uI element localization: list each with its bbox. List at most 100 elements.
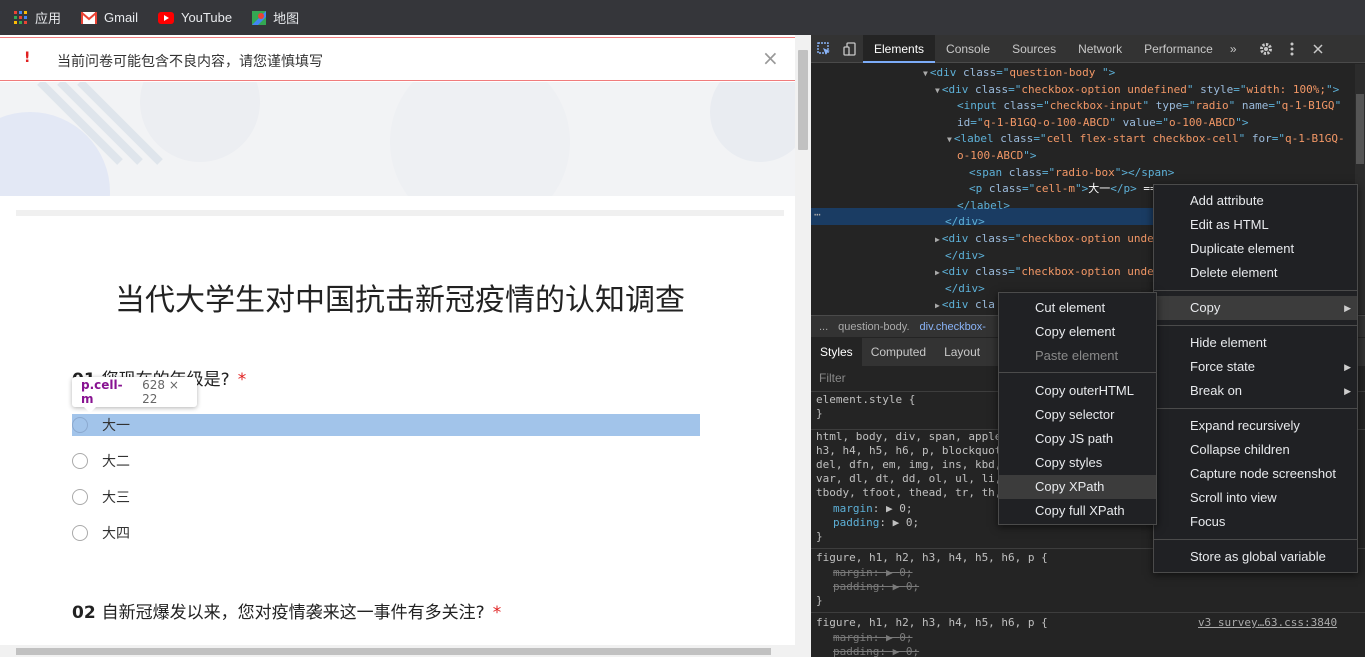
scrollbar-thumb[interactable] [1356,94,1364,164]
option-radio[interactable]: 大一 [72,414,700,436]
bookmark-maps[interactable]: 地图 [252,8,299,27]
tab-layout[interactable]: Layout [935,338,989,366]
youtube-icon [157,11,174,24]
page-horizontal-scrollbar[interactable] [0,645,795,657]
bookmark-label: Gmail [104,10,138,25]
menu-item-delete[interactable]: Delete element [1154,261,1357,285]
dom-line[interactable]: ▼ <div class="question-body "> [923,65,1115,81]
chevron-right-icon: ▶ [1344,303,1351,313]
option-radio[interactable]: 大二 [72,450,130,472]
scrollbar-thumb[interactable] [16,648,771,655]
breadcrumb-item[interactable]: question-body. [838,321,909,333]
dom-line[interactable]: <p class="cell-m">大一</p> == [969,181,1157,197]
tab-performance[interactable]: Performance [1133,35,1224,63]
header-banner [0,82,795,196]
menu-item-cut-element[interactable]: Cut element [999,296,1156,320]
dom-line[interactable]: <input class="checkbox-input" type="radi… [957,98,1341,114]
warning-banner: ! 当前问卷可能包含不良内容，请您谨慎填写 × [0,37,795,81]
page-vertical-scrollbar[interactable] [795,35,811,657]
menu-item-copy-js-path[interactable]: Copy JS path [999,427,1156,451]
expand-triangle-icon[interactable]: ▼ [923,69,928,78]
close-icon[interactable]: × [762,46,779,70]
dom-line[interactable]: ▶ <div class="checkbox-option unde [935,264,1154,280]
tab-styles[interactable]: Styles [811,338,862,366]
style-selector: h3, h4, h5, h6, p, blockquot [816,444,1002,457]
menu-item-copy-element[interactable]: Copy element [999,320,1156,344]
menu-item-edit-html[interactable]: Edit as HTML [1154,213,1357,237]
menu-item-copy-selector[interactable]: Copy selector [999,403,1156,427]
tab-computed[interactable]: Computed [862,338,935,366]
breadcrumb-item[interactable]: div.checkbox- [920,321,986,333]
menu-item-capture-screenshot[interactable]: Capture node screenshot [1154,462,1357,486]
menu-item-hide[interactable]: Hide element [1154,331,1357,355]
style-declaration[interactable]: margin: ▶ 0; [833,631,913,645]
dom-line[interactable]: </div> [945,214,985,230]
menu-item-force-state[interactable]: Force state ▶ [1154,355,1357,379]
dom-line[interactable]: <span class="radio-box"></span> [969,165,1174,181]
dom-line[interactable]: o-100-ABCD"> [957,148,1036,164]
dom-line[interactable]: ▼ <div class="checkbox-option undefined" … [935,82,1339,98]
context-menu: Add attribute Edit as HTML Duplicate ele… [1153,184,1358,573]
style-declaration[interactable]: margin: ▶ 0; [833,502,913,516]
radio-button[interactable] [72,489,88,505]
style-declaration[interactable]: margin: ▶ 0; [833,566,913,580]
menu-item-copy[interactable]: Copy ▶ [1154,296,1357,320]
menu-item-copy-xpath[interactable]: Copy XPath [999,475,1156,499]
dom-line[interactable]: </div> [945,248,985,264]
menu-item-duplicate[interactable]: Duplicate element [1154,237,1357,261]
menu-item-focus[interactable]: Focus [1154,510,1357,534]
chevron-right-icon: ▶ [1344,362,1351,372]
tab-console[interactable]: Console [935,35,1001,63]
dom-line[interactable]: ▼ <label class="cell flex-start checkbox-… [947,131,1345,147]
inspect-element-icon[interactable] [811,35,837,63]
option-radio[interactable]: 大四 [72,522,130,544]
bookmark-gmail[interactable]: Gmail [81,10,138,25]
node-actions-icon[interactable]: ⋯ [814,208,821,221]
styles-filter-input[interactable]: Filter [819,371,846,385]
style-declaration[interactable]: padding: ▶ 0; [833,516,919,530]
style-selector: tbody, tfoot, thead, tr, th, [816,486,1002,499]
more-tabs-icon[interactable]: » [1224,35,1243,63]
option-radio[interactable]: 大三 [72,486,130,508]
menu-item-copy-outerhtml[interactable]: Copy outerHTML [999,379,1156,403]
menu-item-collapse[interactable]: Collapse children [1154,438,1357,462]
dom-line[interactable]: </div> [945,281,985,297]
bookmark-youtube[interactable]: YouTube [157,10,232,25]
expand-triangle-icon[interactable]: ▼ [935,86,940,95]
dom-line[interactable]: ▶ <div cla [935,297,995,313]
required-mark: * [492,603,502,623]
radio-button[interactable] [72,525,88,541]
radio-button[interactable] [72,453,88,469]
kebab-menu-icon[interactable] [1279,35,1305,63]
stylesheet-link[interactable]: v3 survey…63.css:3840 [1198,616,1337,630]
menu-item-break-on[interactable]: Break on ▶ [1154,379,1357,403]
device-toolbar-icon[interactable] [837,35,863,63]
tab-network[interactable]: Network [1067,35,1133,63]
tab-sources[interactable]: Sources [1001,35,1067,63]
expand-triangle-icon[interactable]: ▼ [947,135,952,144]
style-rule-close: } [816,407,823,420]
menu-item-expand[interactable]: Expand recursively [1154,414,1357,438]
collapse-triangle-icon[interactable]: ▶ [935,268,940,277]
breadcrumb-more[interactable]: ... [819,321,828,333]
style-declaration[interactable]: padding: ▶ 0; [833,645,919,657]
devtools-toolbar: Elements Console Sources Network Perform… [811,35,1365,63]
menu-item-add-attribute[interactable]: Add attribute [1154,189,1357,213]
style-declaration[interactable]: padding: ▶ 0; [833,580,919,594]
dom-line[interactable]: ▶ <div class="checkbox-option unde [935,231,1154,247]
close-icon[interactable] [1305,35,1331,63]
menu-item-scroll-into-view[interactable]: Scroll into view [1154,486,1357,510]
radio-button[interactable] [72,417,88,433]
dom-line[interactable]: </label> [957,198,1010,214]
menu-item-copy-full-xpath[interactable]: Copy full XPath [999,499,1156,523]
bookmark-apps[interactable]: 应用 [14,8,61,27]
maps-icon [252,10,267,25]
tab-elements[interactable]: Elements [863,35,936,63]
collapse-triangle-icon[interactable]: ▶ [935,235,940,244]
gear-icon[interactable] [1253,35,1279,63]
menu-item-copy-styles[interactable]: Copy styles [999,451,1156,475]
scrollbar-thumb[interactable] [798,50,808,150]
collapse-triangle-icon[interactable]: ▶ [935,301,940,310]
menu-item-store-global[interactable]: Store as global variable [1154,545,1357,569]
dom-line[interactable]: id="q-1-B1GQ-o-100-ABCD" value="o-100-AB… [957,115,1248,131]
